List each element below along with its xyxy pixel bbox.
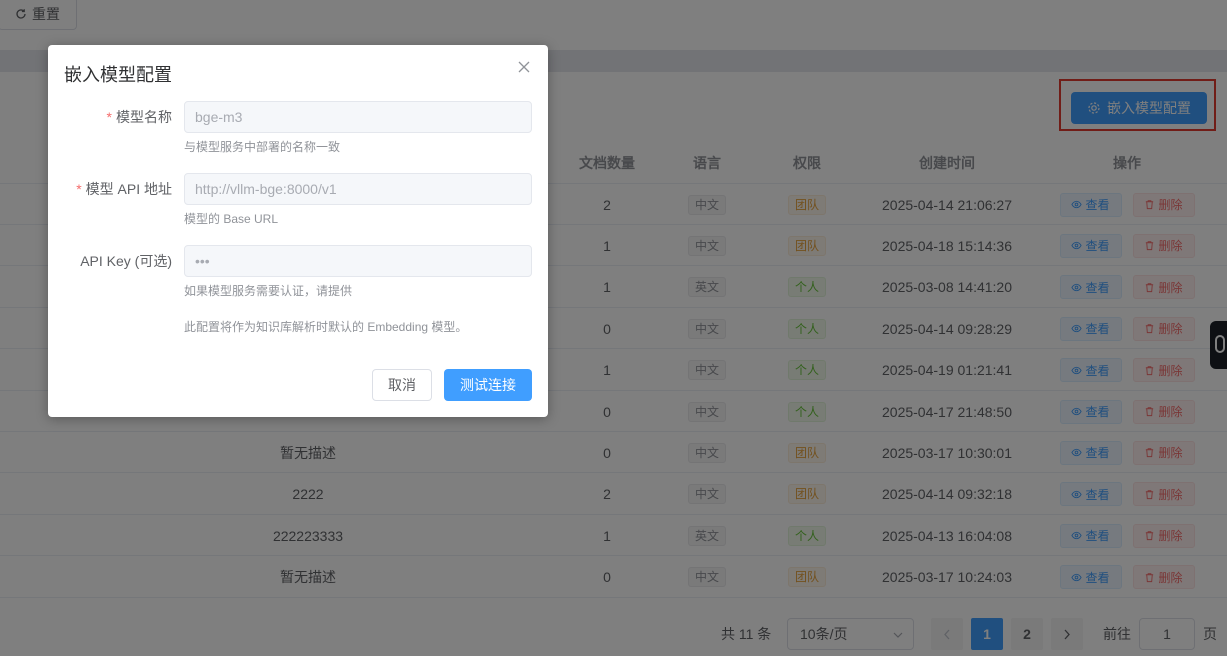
model-name-label: * 模型名称: [107, 101, 172, 133]
model-name-input[interactable]: bge-m3: [184, 101, 532, 133]
config-note: 此配置将作为知识库解析时默认的 Embedding 模型。: [184, 320, 468, 334]
required-mark: *: [76, 181, 82, 197]
required-mark: *: [106, 109, 112, 125]
api-key-label: API Key (可选): [80, 253, 172, 269]
model-name-hint: 与模型服务中部署的名称一致: [184, 140, 341, 154]
embed-model-config-dialog: 嵌入模型配置 * 模型名称 bge-m3 与模型服务中部署的名称一致 * 模型 AP…: [48, 45, 548, 417]
api-key-hint: 如果模型服务需要认证，请提供: [184, 284, 353, 298]
api-url-label: * 模型 API 地址: [76, 173, 172, 205]
model-name-label-text: 模型名称: [116, 109, 172, 125]
dialog-title: 嵌入模型配置: [64, 65, 172, 85]
api-url-hint: 模型的 Base URL: [184, 212, 279, 226]
api-url-input[interactable]: http://vllm-bge:8000/v1: [184, 173, 532, 205]
close-button[interactable]: [518, 61, 530, 73]
cancel-button[interactable]: 取消: [372, 369, 432, 401]
api-key-input[interactable]: •••: [184, 245, 532, 277]
api-url-label-text: 模型 API 地址: [85, 181, 172, 197]
close-icon: [518, 61, 530, 73]
test-connection-button[interactable]: 测试连接: [444, 369, 532, 401]
